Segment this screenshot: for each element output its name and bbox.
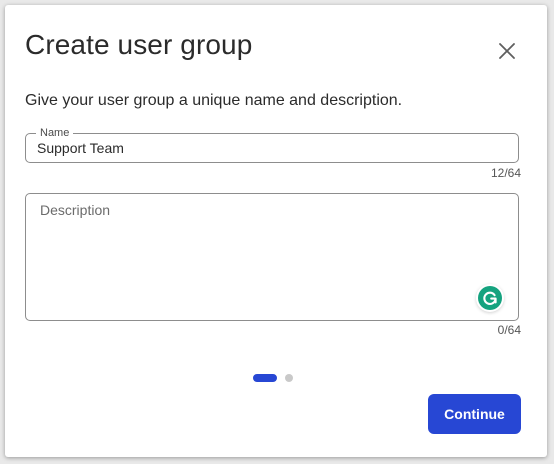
step-dot-1[interactable] <box>253 374 277 382</box>
close-icon <box>499 43 515 59</box>
create-user-group-dialog: Create user group Give your user group a… <box>5 5 547 457</box>
close-button[interactable] <box>497 41 517 61</box>
name-field-label: Name <box>36 127 74 139</box>
continue-button[interactable]: Continue <box>428 394 521 434</box>
description-char-counter: 0/64 <box>497 323 521 337</box>
step-dot-2[interactable] <box>285 374 293 382</box>
description-input[interactable] <box>26 194 518 320</box>
grammarly-button[interactable] <box>478 286 502 310</box>
description-field <box>25 193 519 321</box>
grammarly-icon <box>483 291 497 305</box>
dialog-subtitle: Give your user group a unique name and d… <box>25 92 403 109</box>
name-char-counter: 12/64 <box>490 166 521 180</box>
dialog-title: Create user group <box>25 29 253 60</box>
name-input[interactable] <box>26 134 518 162</box>
name-field: Name <box>25 127 519 163</box>
